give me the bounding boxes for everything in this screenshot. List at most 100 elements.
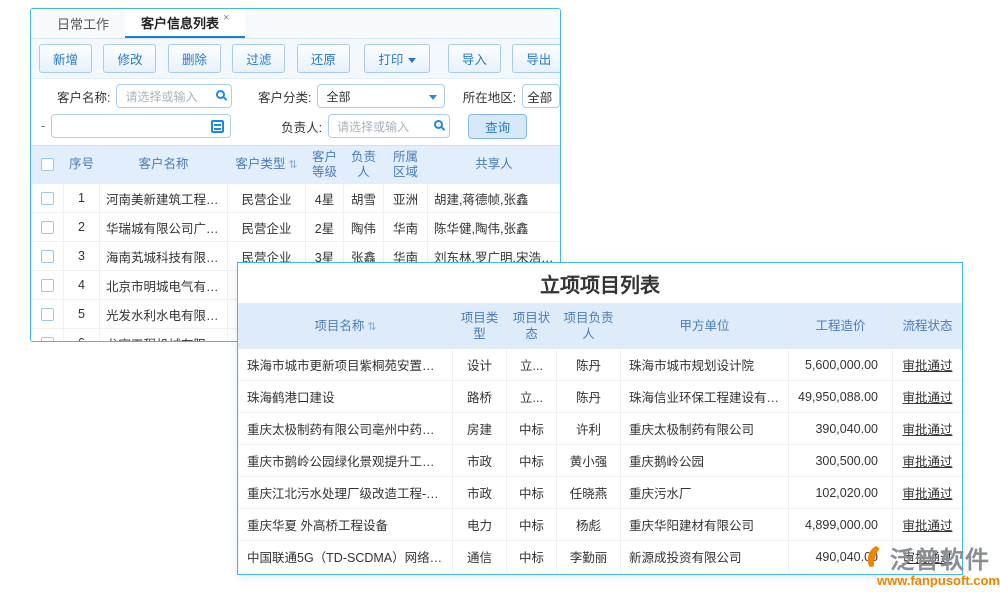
customer-name-link[interactable]: 海南芄城科技有限公司 bbox=[100, 242, 228, 271]
table-row[interactable]: 珠海鹤港口建设 路桥 立... 陈丹 珠海信业环保工程建设有限... 49,95… bbox=[239, 381, 963, 413]
project-owner-link[interactable]: 杨彪 bbox=[557, 509, 621, 541]
flow-status-link[interactable]: 审批通过 bbox=[893, 381, 963, 413]
owner-link[interactable]: 胡雪 bbox=[344, 184, 384, 213]
customer-name-link[interactable]: 华瑞城有限公司广告设计部 bbox=[100, 213, 228, 242]
row-checkbox[interactable] bbox=[41, 279, 54, 292]
customer-name-link[interactable]: 龙宇工程机械有限公司 bbox=[100, 329, 228, 343]
flow-status-link[interactable]: 审批通过 bbox=[893, 349, 963, 381]
flow-status-link[interactable]: 审批通过 bbox=[893, 477, 963, 509]
cell-grade: 4星 bbox=[306, 184, 344, 213]
owner-input[interactable]: 请选择或输入 bbox=[328, 114, 450, 138]
table-row[interactable]: 珠海市城市更新项目紫桐苑安置点设... 设计 立... 陈丹 珠海市城市规划设计… bbox=[239, 349, 963, 381]
cell-project-type: 路桥 bbox=[453, 381, 507, 413]
cell-cost: 49,950,088.00 bbox=[789, 381, 893, 413]
cell-cost: 5,600,000.00 bbox=[789, 349, 893, 381]
project-name-link[interactable]: 珠海市城市更新项目紫桐苑安置点设... bbox=[239, 349, 453, 381]
table-row[interactable]: 1 河南美新建筑工程公司 民营企业 4星 胡雪 亚洲 胡建,蒋德帧,张鑫 bbox=[32, 184, 561, 213]
import-button[interactable]: 导入 bbox=[448, 44, 501, 73]
sort-icon[interactable]: ⇅ bbox=[367, 321, 376, 333]
project-name-link[interactable]: 重庆华夏 外高桥工程设备 bbox=[239, 509, 453, 541]
customer-name-link[interactable]: 北京市明城电气有限公司 bbox=[100, 271, 228, 300]
row-checkbox[interactable] bbox=[41, 337, 54, 342]
cell-project-status: 立... bbox=[507, 381, 557, 413]
cell-type: 民营企业 bbox=[228, 213, 306, 242]
col-header-project-owner: 项目负责人 bbox=[557, 304, 621, 349]
project-owner-link[interactable]: 李勤丽 bbox=[557, 541, 621, 573]
region-select[interactable]: 全部 bbox=[522, 84, 560, 108]
col-header-project-name[interactable]: 项目名称⇅ bbox=[239, 304, 453, 349]
table-row[interactable]: 重庆江北污水处理厂级改造工程-道路... 市政 中标 任晓燕 重庆污水厂 102… bbox=[239, 477, 963, 509]
delete-button[interactable]: 删除 bbox=[168, 44, 221, 73]
search-icon[interactable] bbox=[434, 120, 443, 129]
row-checkbox[interactable] bbox=[41, 192, 54, 205]
cell-no: 1 bbox=[64, 184, 100, 213]
project-owner-link[interactable]: 黄小强 bbox=[557, 445, 621, 477]
header-label: 客户类型 bbox=[235, 157, 285, 171]
customer-name-label: 客户名称: bbox=[57, 87, 110, 106]
calendar-icon[interactable] bbox=[211, 120, 224, 133]
project-name-link[interactable]: 重庆江北污水处理厂级改造工程-道路... bbox=[239, 477, 453, 509]
filter-button[interactable]: 过滤 bbox=[232, 44, 285, 73]
table-row[interactable]: 中国联通5G（TD-SCDMA）网络三期... 通信 中标 李勤丽 新源成投资有… bbox=[239, 541, 963, 573]
date-input[interactable] bbox=[51, 114, 231, 138]
project-name-link[interactable]: 珠海鹤港口建设 bbox=[239, 381, 453, 413]
cell-cost: 390,040.00 bbox=[789, 413, 893, 445]
close-icon[interactable]: × bbox=[223, 12, 229, 24]
cell-no: 2 bbox=[64, 213, 100, 242]
cell-no: 4 bbox=[64, 271, 100, 300]
sort-icon[interactable]: ⇅ bbox=[288, 159, 297, 171]
flow-status-link[interactable]: 审批通过 bbox=[893, 413, 963, 445]
customer-category-label: 客户分类: bbox=[258, 87, 311, 106]
print-button[interactable]: 打印 bbox=[364, 44, 430, 73]
cell-project-status: 中标 bbox=[507, 445, 557, 477]
row-checkbox[interactable] bbox=[41, 308, 54, 321]
restore-button[interactable]: 还原 bbox=[297, 44, 350, 73]
cell-no: 5 bbox=[64, 300, 100, 329]
row-checkbox[interactable] bbox=[41, 250, 54, 263]
add-button[interactable]: 新增 bbox=[39, 44, 92, 73]
edit-button[interactable]: 修改 bbox=[103, 44, 156, 73]
select-all-checkbox[interactable] bbox=[41, 158, 54, 171]
project-owner-link[interactable]: 陈丹 bbox=[557, 349, 621, 381]
customer-name-link[interactable]: 河南美新建筑工程公司 bbox=[100, 184, 228, 213]
export-button[interactable]: 导出 bbox=[512, 44, 561, 73]
project-owner-link[interactable]: 陈丹 bbox=[557, 381, 621, 413]
header-label: 项目名称 bbox=[314, 319, 364, 333]
tab-label: 日常工作 bbox=[57, 14, 109, 33]
tab-customer-info-list[interactable]: 客户信息列表 × bbox=[125, 9, 245, 38]
table-row[interactable]: 2 华瑞城有限公司广告设计部 民营企业 2星 陶伟 华南 陈华健,陶伟,张鑫 bbox=[32, 213, 561, 242]
table-row[interactable]: 重庆华夏 外高桥工程设备 电力 中标 杨彪 重庆华阳建材有限公司 4,899,0… bbox=[239, 509, 963, 541]
search-icon[interactable] bbox=[216, 90, 225, 99]
table-row[interactable]: 重庆市鹅岭公园绿化景观提升工程施工 市政 中标 黄小强 重庆鹅岭公园 300,5… bbox=[239, 445, 963, 477]
cell-cost: 4,899,000.00 bbox=[789, 509, 893, 541]
flow-status-link[interactable]: 审批通过 bbox=[893, 509, 963, 541]
col-header-share: 共享人 bbox=[428, 146, 561, 184]
placeholder-text: 请选择或输入 bbox=[337, 118, 409, 135]
row-checkbox[interactable] bbox=[41, 221, 54, 234]
table-row[interactable]: 重庆太极制药有限公司亳州中药材仓... 房建 中标 许利 重庆太极制药有限公司 … bbox=[239, 413, 963, 445]
print-label: 打印 bbox=[378, 53, 403, 67]
project-name-link[interactable]: 中国联通5G（TD-SCDMA）网络三期... bbox=[239, 541, 453, 573]
cell-client: 新源成投资有限公司 bbox=[621, 541, 789, 573]
watermark-url: www.fanpusoft.com bbox=[868, 573, 1000, 588]
flow-status-link[interactable]: 审批通过 bbox=[893, 445, 963, 477]
chevron-down-icon bbox=[429, 95, 437, 100]
filter-area: 客户名称: 请选择或输入 客户分类: 全部 所在地区: 全部 - bbox=[31, 79, 560, 145]
col-header-customer-type[interactable]: 客户类型⇅ bbox=[228, 146, 306, 184]
project-owner-link[interactable]: 任晓燕 bbox=[557, 477, 621, 509]
col-header-cost: 工程造价 bbox=[789, 304, 893, 349]
customer-name-link[interactable]: 光发水利水电有限公司 bbox=[100, 300, 228, 329]
query-button[interactable]: 查询 bbox=[468, 114, 527, 139]
owner-link[interactable]: 陶伟 bbox=[344, 213, 384, 242]
project-name-link[interactable]: 重庆太极制药有限公司亳州中药材仓... bbox=[239, 413, 453, 445]
project-owner-link[interactable]: 许利 bbox=[557, 413, 621, 445]
col-header-client: 甲方单位 bbox=[621, 304, 789, 349]
tab-daily-work[interactable]: 日常工作 bbox=[41, 9, 125, 38]
project-name-link[interactable]: 重庆市鹅岭公园绿化景观提升工程施工 bbox=[239, 445, 453, 477]
customer-category-select[interactable]: 全部 bbox=[317, 84, 444, 108]
cell-region: 华南 bbox=[384, 213, 428, 242]
cell-project-status: 中标 bbox=[507, 541, 557, 573]
customer-name-input[interactable]: 请选择或输入 bbox=[116, 84, 232, 108]
col-header-customer-grade: 客户等级 bbox=[306, 146, 344, 184]
cell-client: 珠海信业环保工程建设有限... bbox=[621, 381, 789, 413]
